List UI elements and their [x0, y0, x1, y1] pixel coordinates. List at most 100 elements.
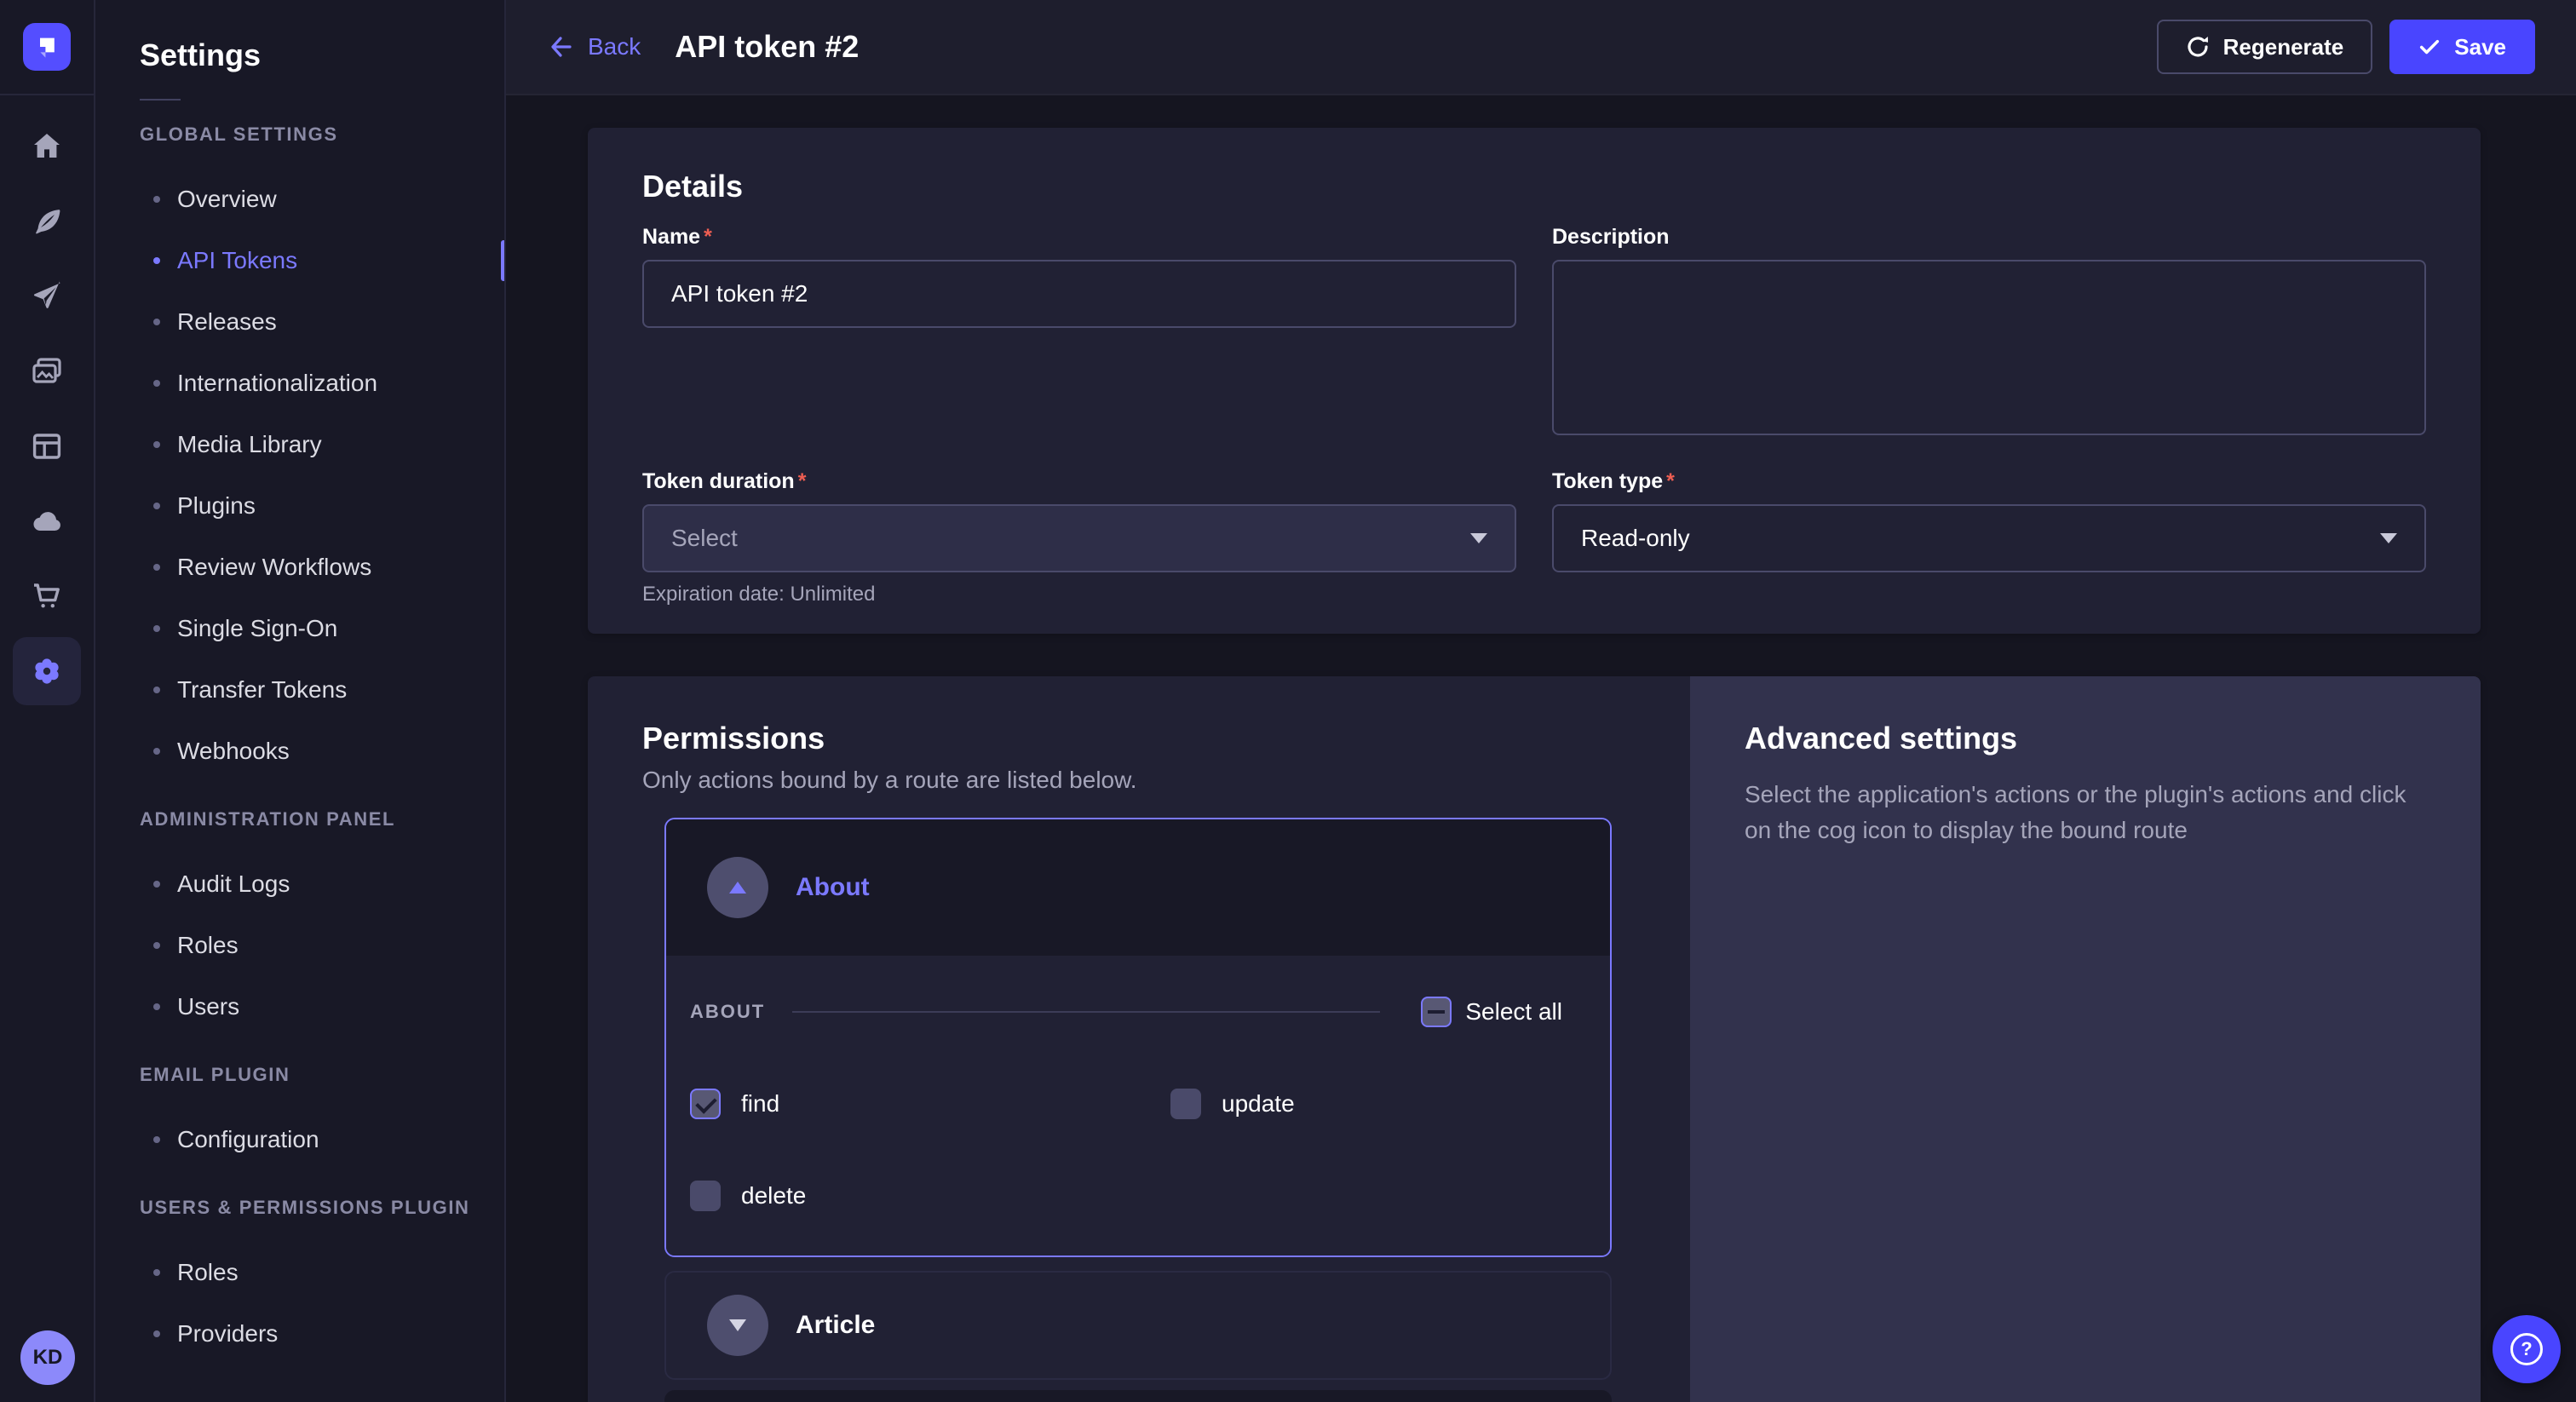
token-type-value: Read-only [1581, 525, 1690, 552]
sidebar-item[interactable]: Plugins [95, 475, 504, 537]
page-title: API token #2 [675, 29, 859, 65]
token-duration-select[interactable]: Select [642, 504, 1516, 572]
token-duration-label: Token duration* [642, 469, 1516, 494]
help-button[interactable]: ? [2493, 1315, 2561, 1383]
sidebar-item-label: Audit Logs [177, 871, 290, 898]
action-checkbox[interactable] [1170, 1089, 1201, 1119]
bullet-icon [153, 380, 160, 387]
paper-plane-icon[interactable] [13, 262, 81, 330]
feather-icon[interactable] [13, 187, 81, 256]
icon-rail: KD [0, 0, 95, 1402]
sidebar-item-label: Internationalization [177, 370, 377, 397]
back-label: Back [588, 33, 641, 60]
bullet-icon [153, 942, 160, 949]
select-all-checkbox[interactable] [1421, 997, 1452, 1027]
main-area: Back API token #2 Regenerate Save [506, 0, 2576, 1402]
bullet-icon [153, 687, 160, 693]
sidebar-item-label: Providers [177, 1320, 278, 1347]
user-avatar[interactable]: KD [20, 1330, 75, 1385]
sidebar-item-label: API Tokens [177, 247, 297, 274]
section-users-permissions-plugin: USERS & PERMISSIONS PLUGIN Roles Provide… [95, 1191, 504, 1365]
permission-action: find [690, 1089, 1170, 1119]
advanced-settings-panel: Advanced settings Select the application… [1690, 676, 2481, 1402]
required-asterisk: * [1666, 469, 1675, 493]
sidebar-item[interactable]: Media Library [95, 414, 504, 475]
group-divider [792, 1011, 1380, 1013]
sidebar-item-label: Single Sign-On [177, 615, 337, 642]
sidebar-item[interactable]: Review Workflows [95, 537, 504, 598]
sidebar-item[interactable]: Transfer Tokens [95, 659, 504, 721]
page-header: Back API token #2 Regenerate Save [506, 0, 2576, 95]
sidebar-item-label: Review Workflows [177, 554, 371, 581]
bullet-icon [153, 564, 160, 571]
token-type-label: Token type* [1552, 469, 2426, 494]
action-checkbox[interactable] [690, 1089, 721, 1119]
sidebar-item-label: Configuration [177, 1126, 319, 1153]
section-email-plugin: EMAIL PLUGIN Configuration [95, 1058, 504, 1170]
settings-gear-icon[interactable] [13, 637, 81, 705]
required-asterisk: * [798, 469, 807, 493]
accordion-about-header[interactable]: About [666, 819, 1610, 956]
accordion-about-title: About [796, 873, 870, 902]
sidebar-item-label: Users [177, 993, 239, 1020]
sidebar-item[interactable]: API Tokens [95, 230, 504, 291]
content-type-builder-icon[interactable] [13, 412, 81, 480]
home-icon[interactable] [13, 112, 81, 181]
app-window: KD Settings GLOBAL SETTINGS Overview [0, 0, 2576, 1402]
strapi-logo-icon [23, 23, 71, 71]
description-textarea[interactable] [1552, 260, 2426, 435]
sidebar-item[interactable]: Users [95, 976, 504, 1037]
bullet-icon [153, 257, 160, 264]
strapi-logo-button[interactable] [0, 0, 94, 95]
section-label: GLOBAL SETTINGS [95, 118, 504, 152]
bullet-icon [153, 196, 160, 203]
sidebar-title: Settings [140, 37, 504, 73]
token-duration-value: Select [671, 525, 738, 552]
accordion-article[interactable]: Article [664, 1271, 1612, 1380]
sidebar-item-label: Plugins [177, 492, 256, 520]
sidebar-item[interactable]: Roles [95, 915, 504, 976]
accordion-about: About ABOUT Select all [664, 818, 1612, 1257]
bullet-icon [153, 319, 160, 325]
bullet-icon [153, 1136, 160, 1143]
regenerate-button[interactable]: Regenerate [2157, 20, 2373, 74]
about-group-label: ABOUT [690, 1001, 765, 1023]
save-button[interactable]: Save [2389, 20, 2535, 74]
cloud-icon[interactable] [13, 487, 81, 555]
bullet-icon [153, 625, 160, 632]
sidebar-item[interactable]: Audit Logs [95, 853, 504, 915]
sidebar-item[interactable]: Releases [95, 291, 504, 353]
action-label: update [1222, 1090, 1295, 1118]
collapse-toggle-button[interactable] [707, 857, 768, 918]
token-type-select[interactable]: Read-only [1552, 504, 2426, 572]
sidebar-item[interactable]: Webhooks [95, 721, 504, 782]
name-input[interactable] [642, 260, 1516, 328]
name-field: Name* [642, 225, 1516, 442]
action-label: find [741, 1090, 779, 1118]
sidebar-item-label: Media Library [177, 431, 322, 458]
sidebar-item[interactable]: Roles [95, 1242, 504, 1303]
settings-sidebar: Settings GLOBAL SETTINGS Overview API T [95, 0, 506, 1402]
refresh-icon [2186, 35, 2210, 59]
sidebar-item[interactable]: Single Sign-On [95, 598, 504, 659]
sidebar-item[interactable]: Overview [95, 169, 504, 230]
section-label: USERS & PERMISSIONS PLUGIN [95, 1191, 504, 1225]
expiration-hint: Expiration date: Unlimited [642, 583, 1516, 606]
rail-nav [0, 95, 94, 709]
permissions-heading: Permissions [642, 721, 1636, 756]
back-button[interactable]: Back [547, 33, 641, 60]
bullet-icon [153, 1330, 160, 1337]
permission-action: delete [690, 1181, 1170, 1211]
sidebar-item[interactable]: Configuration [95, 1109, 504, 1170]
permissions-panel: Permissions Only actions bound by a rout… [588, 676, 1690, 1402]
marketplace-cart-icon[interactable] [13, 562, 81, 630]
sidebar-item[interactable]: Providers [95, 1303, 504, 1365]
sidebar-item[interactable]: Internationalization [95, 353, 504, 414]
permissions-card: Permissions Only actions bound by a rout… [588, 676, 2481, 1402]
chevron-down-icon [1470, 533, 1487, 543]
media-library-icon[interactable] [13, 337, 81, 405]
token-type-field: Token type* Read-only [1552, 469, 2426, 606]
expand-toggle-button[interactable] [707, 1295, 768, 1356]
accordion-article-title: Article [796, 1311, 875, 1340]
action-checkbox[interactable] [690, 1181, 721, 1211]
